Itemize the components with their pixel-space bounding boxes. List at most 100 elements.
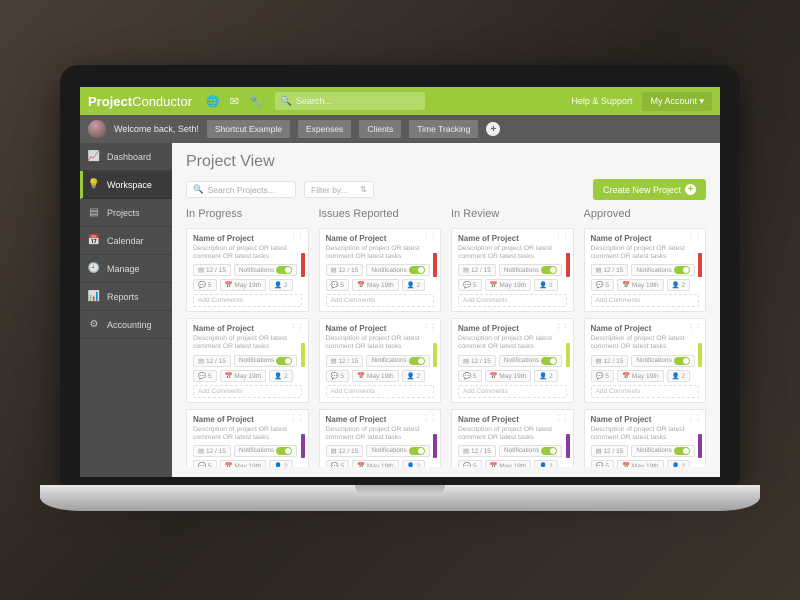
add-shortcut-button[interactable]: + [486, 122, 500, 136]
task-count[interactable]: ▤ 12 / 15 [591, 355, 629, 367]
add-comment-input[interactable]: Add Comments [193, 385, 302, 398]
comments-count[interactable]: 💬 5 [591, 279, 615, 291]
extra-count[interactable]: 👤 2 [667, 279, 691, 291]
drag-icon[interactable]: ⋮⋮ [290, 414, 304, 423]
due-date[interactable]: 📅 May 19th [485, 279, 532, 291]
add-comment-input[interactable]: Add Comments [591, 385, 700, 398]
drag-icon[interactable]: ⋮⋮ [422, 233, 436, 242]
sidebar-item-manage[interactable]: 🕘Manage [80, 255, 172, 283]
add-comment-input[interactable]: Add Comments [326, 294, 435, 307]
comments-count[interactable]: 💬 5 [458, 460, 482, 467]
notifications-toggle[interactable]: Notifications [631, 264, 694, 276]
extra-count[interactable]: 👤 2 [269, 279, 293, 291]
drag-icon[interactable]: ⋮⋮ [555, 323, 569, 332]
due-date[interactable]: 📅 May 19th [485, 460, 532, 467]
extra-count[interactable]: 👤 2 [534, 460, 558, 467]
add-comment-input[interactable]: Add Comments [193, 294, 302, 307]
notifications-toggle[interactable]: Notifications [366, 355, 429, 367]
extra-count[interactable]: 👤 2 [269, 460, 293, 467]
shortcut-chip[interactable]: Time Tracking [409, 120, 478, 138]
help-link[interactable]: Help & Support [571, 96, 632, 106]
drag-icon[interactable]: ⋮⋮ [687, 233, 701, 242]
notifications-toggle[interactable]: Notifications [366, 264, 429, 276]
task-count[interactable]: ▤ 12 / 15 [326, 355, 364, 367]
comments-count[interactable]: 💬 5 [591, 460, 615, 467]
global-search-input[interactable] [296, 96, 419, 106]
project-card[interactable]: ⋮⋮Name of ProjectDescription of project … [451, 409, 574, 467]
due-date[interactable]: 📅 May 19th [220, 460, 267, 467]
shortcut-chip[interactable]: Shortcut Example [207, 120, 290, 138]
task-count[interactable]: ▤ 12 / 15 [591, 264, 629, 276]
due-date[interactable]: 📅 May 19th [617, 279, 664, 291]
notifications-toggle[interactable]: Notifications [234, 264, 297, 276]
notifications-toggle[interactable]: Notifications [631, 355, 694, 367]
account-menu[interactable]: My Account ▾ [642, 92, 712, 111]
sidebar-item-reports[interactable]: 📊Reports [80, 283, 172, 311]
shortcut-chip[interactable]: Clients [359, 120, 401, 138]
due-date[interactable]: 📅 May 19th [617, 460, 664, 467]
project-card[interactable]: ⋮⋮Name of ProjectDescription of project … [319, 318, 442, 402]
project-card[interactable]: ⋮⋮Name of ProjectDescription of project … [584, 228, 707, 312]
drag-icon[interactable]: ⋮⋮ [687, 323, 701, 332]
extra-count[interactable]: 👤 2 [402, 279, 426, 291]
extra-count[interactable]: 👤 2 [667, 460, 691, 467]
task-count[interactable]: ▤ 12 / 15 [326, 264, 364, 276]
project-card[interactable]: ⋮⋮Name of ProjectDescription of project … [584, 409, 707, 467]
due-date[interactable]: 📅 May 19th [617, 370, 664, 382]
add-comment-input[interactable]: Add Comments [326, 385, 435, 398]
project-card[interactable]: ⋮⋮Name of ProjectDescription of project … [319, 409, 442, 467]
notifications-toggle[interactable]: Notifications [234, 445, 297, 457]
shortcut-chip[interactable]: Expenses [298, 120, 351, 138]
task-count[interactable]: ▤ 12 / 15 [458, 264, 496, 276]
drag-icon[interactable]: ⋮⋮ [555, 414, 569, 423]
notifications-toggle[interactable]: Notifications [631, 445, 694, 457]
project-card[interactable]: ⋮⋮Name of ProjectDescription of project … [451, 228, 574, 312]
due-date[interactable]: 📅 May 19th [220, 370, 267, 382]
wrench-icon[interactable]: 🔧 [249, 95, 263, 108]
mail-icon[interactable]: ✉ [230, 95, 239, 108]
sidebar-item-dashboard[interactable]: 📈Dashboard [80, 143, 172, 171]
brand-logo[interactable]: ProjectConductor [88, 94, 192, 109]
add-comment-input[interactable]: Add Comments [458, 294, 567, 307]
filter-dropdown[interactable]: Filter by...⇅ [304, 181, 374, 198]
extra-count[interactable]: 👤 2 [667, 370, 691, 382]
extra-count[interactable]: 👤 2 [534, 370, 558, 382]
globe-icon[interactable]: 🌐 [206, 95, 220, 108]
add-comment-input[interactable]: Add Comments [458, 385, 567, 398]
drag-icon[interactable]: ⋮⋮ [687, 414, 701, 423]
extra-count[interactable]: 👤 2 [402, 370, 426, 382]
comments-count[interactable]: 💬 5 [326, 370, 350, 382]
notifications-toggle[interactable]: Notifications [366, 445, 429, 457]
sidebar-item-workspace[interactable]: 💡Workspace [80, 171, 172, 199]
due-date[interactable]: 📅 May 19th [485, 370, 532, 382]
project-card[interactable]: ⋮⋮Name of ProjectDescription of project … [186, 318, 309, 402]
due-date[interactable]: 📅 May 19th [352, 460, 399, 467]
comments-count[interactable]: 💬 5 [458, 370, 482, 382]
project-card[interactable]: ⋮⋮Name of ProjectDescription of project … [319, 228, 442, 312]
add-comment-input[interactable]: Add Comments [591, 294, 700, 307]
task-count[interactable]: ▤ 12 / 15 [193, 355, 231, 367]
sidebar-item-calendar[interactable]: 📅Calendar [80, 227, 172, 255]
sidebar-item-projects[interactable]: ▤Projects [80, 199, 172, 227]
task-count[interactable]: ▤ 12 / 15 [591, 445, 629, 457]
comments-count[interactable]: 💬 5 [193, 370, 217, 382]
project-card[interactable]: ⋮⋮Name of ProjectDescription of project … [186, 409, 309, 467]
drag-icon[interactable]: ⋮⋮ [290, 323, 304, 332]
global-search[interactable]: 🔍 [275, 92, 425, 110]
comments-count[interactable]: 💬 5 [326, 460, 350, 467]
extra-count[interactable]: 👤 2 [534, 279, 558, 291]
extra-count[interactable]: 👤 2 [402, 460, 426, 467]
comments-count[interactable]: 💬 5 [326, 279, 350, 291]
sidebar-item-accounting[interactable]: ⚙Accounting [80, 311, 172, 339]
project-card[interactable]: ⋮⋮Name of ProjectDescription of project … [186, 228, 309, 312]
comments-count[interactable]: 💬 5 [458, 279, 482, 291]
notifications-toggle[interactable]: Notifications [499, 264, 562, 276]
notifications-toggle[interactable]: Notifications [234, 355, 297, 367]
notifications-toggle[interactable]: Notifications [499, 445, 562, 457]
due-date[interactable]: 📅 May 19th [352, 279, 399, 291]
due-date[interactable]: 📅 May 19th [352, 370, 399, 382]
avatar[interactable] [88, 120, 106, 138]
comments-count[interactable]: 💬 5 [193, 460, 217, 467]
project-card[interactable]: ⋮⋮Name of ProjectDescription of project … [451, 318, 574, 402]
notifications-toggle[interactable]: Notifications [499, 355, 562, 367]
